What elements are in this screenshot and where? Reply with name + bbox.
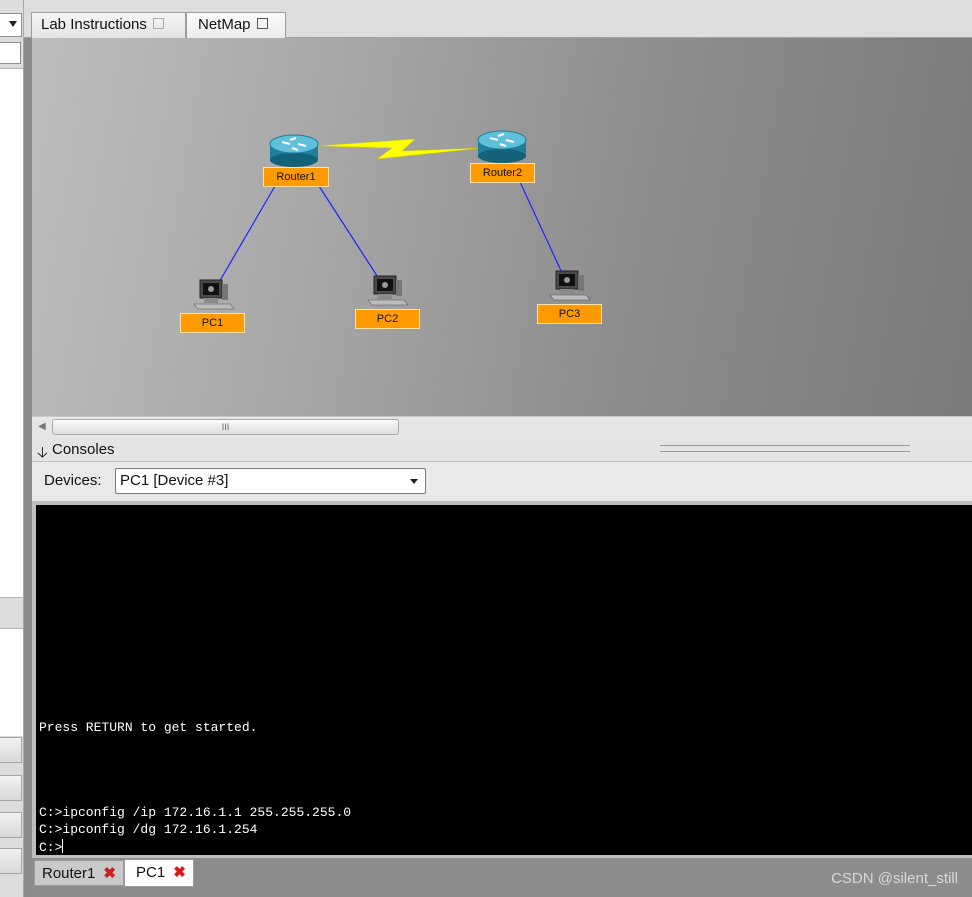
network-map[interactable]: Router1 Router2 PC1 PC2 PC3	[32, 38, 972, 416]
console-tab-router1[interactable]: Router1 ✖	[34, 860, 124, 886]
text-cursor	[62, 839, 64, 853]
tab-label: PC1	[136, 864, 166, 881]
device-select[interactable]: PC1 [Device #3]	[115, 468, 426, 494]
device-label-pc1[interactable]: PC1	[180, 313, 245, 333]
watermark: CSDN @silent_still	[831, 870, 958, 887]
devices-row: Devices: PC1 [Device #3]	[32, 462, 972, 502]
horizontal-scrollbar[interactable]: ◀ III	[32, 416, 972, 438]
left-button[interactable]	[0, 737, 22, 763]
terminal-screen[interactable]: Press RETURN to get started. C:>ipconfig…	[36, 505, 972, 855]
scrollbar-thumb[interactable]: III	[52, 419, 399, 435]
console-tab-pc1[interactable]: PC1 ✖	[124, 859, 194, 887]
terminal-prompt: C:>	[39, 839, 64, 855]
pc-icon[interactable]	[367, 275, 409, 306]
pc-icon[interactable]	[549, 270, 591, 301]
router-icon[interactable]	[269, 134, 319, 167]
left-input[interactable]	[0, 42, 21, 64]
left-list[interactable]	[0, 68, 23, 598]
consoles-title: Consoles	[52, 441, 115, 458]
device-select-value: PC1 [Device #3]	[120, 472, 229, 489]
terminal-line: C:>ipconfig /dg 172.16.1.254	[39, 822, 258, 837]
ethernet-link	[519, 181, 564, 276]
left-list-secondary[interactable]	[0, 628, 23, 736]
tab-label: Router1	[42, 865, 96, 882]
serial-link	[316, 138, 483, 160]
network-links	[193, 130, 591, 310]
scrollbar-grip: III	[221, 422, 230, 432]
device-label-pc2[interactable]: PC2	[355, 309, 420, 329]
router-icon[interactable]	[477, 130, 527, 163]
ethernet-link	[318, 185, 382, 283]
external-link-icon[interactable]	[152, 18, 164, 29]
tab-label: Lab Instructions	[41, 16, 147, 33]
tab-label: NetMap	[198, 16, 251, 33]
tab-netmap[interactable]: NetMap	[186, 12, 286, 38]
close-icon[interactable]: ✖	[173, 864, 186, 881]
device-label-pc3[interactable]: PC3	[537, 304, 602, 324]
close-icon[interactable]: ✖	[103, 865, 116, 882]
tab-lab-instructions[interactable]: Lab Instructions	[31, 12, 186, 38]
left-button[interactable]	[0, 812, 22, 838]
ethernet-link	[217, 185, 276, 285]
left-pane	[0, 0, 24, 897]
devices-label: Devices:	[44, 472, 102, 489]
external-link-icon[interactable]	[256, 18, 268, 29]
splitter-handle[interactable]	[660, 445, 910, 452]
left-button[interactable]	[0, 775, 22, 801]
left-button[interactable]	[0, 848, 22, 874]
device-label-router2[interactable]: Router2	[470, 163, 535, 183]
tab-bar: Lab Instructions NetMap	[24, 0, 972, 38]
console-tab-bar: Router1 ✖ PC1 ✖ CSDN @silent_still	[32, 858, 972, 897]
device-label-router1[interactable]: Router1	[263, 167, 329, 187]
chevron-down-icon	[9, 21, 17, 27]
left-dropdown[interactable]	[0, 13, 22, 37]
pc-icon[interactable]	[193, 279, 235, 310]
prompt-text: C:>	[39, 840, 63, 855]
consoles-header: 🡣 Consoles	[32, 438, 972, 462]
chevron-down-icon	[410, 479, 418, 484]
scroll-left-icon[interactable]: ◀	[38, 421, 46, 432]
terminal-line: Press RETURN to get started.	[39, 720, 258, 735]
console-panel: Press RETURN to get started. C:>ipconfig…	[32, 502, 972, 858]
terminal-line: C:>ipconfig /ip 172.16.1.1 255.255.255.0	[39, 805, 352, 820]
